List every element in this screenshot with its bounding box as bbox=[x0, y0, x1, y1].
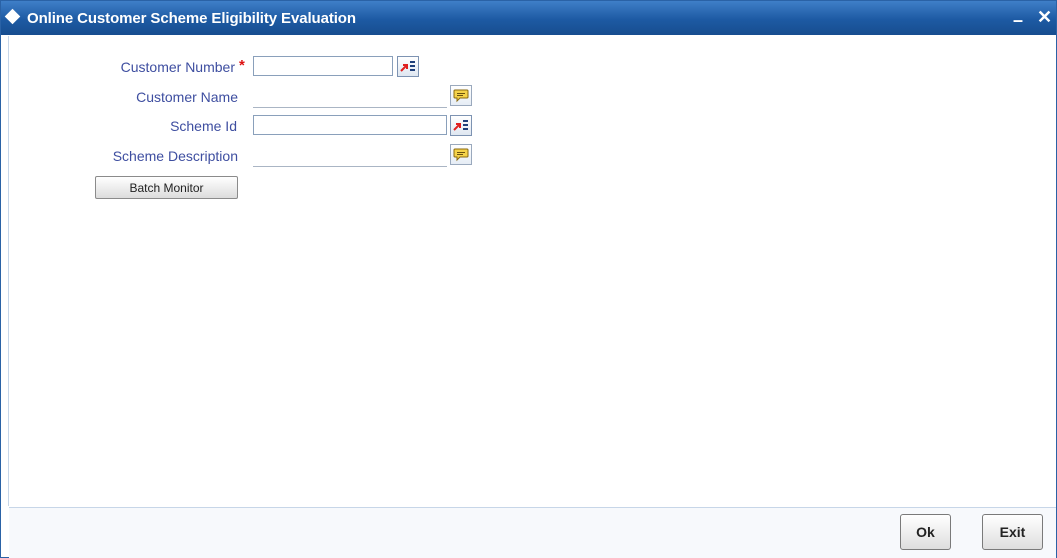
exit-button[interactable]: Exit bbox=[982, 514, 1043, 550]
window-title: Online Customer Scheme Eligibility Evalu… bbox=[27, 10, 356, 27]
speech-bubble-icon bbox=[453, 89, 469, 103]
minimize-button[interactable]: – bbox=[1013, 10, 1023, 30]
diamond-icon bbox=[4, 8, 21, 25]
footer-bar bbox=[9, 507, 1056, 558]
scheme-description-label: Scheme Description bbox=[112, 148, 238, 164]
batch-monitor-button[interactable]: Batch Monitor bbox=[95, 176, 238, 199]
required-marker: * bbox=[239, 57, 245, 74]
customer-number-label: Customer Number bbox=[120, 59, 235, 75]
scheme-id-label: Scheme Id bbox=[170, 118, 237, 134]
main-window: Online Customer Scheme Eligibility Evalu… bbox=[0, 0, 1057, 558]
ok-button[interactable]: Ok bbox=[900, 514, 951, 550]
scheme-description-popup-button[interactable] bbox=[450, 144, 472, 165]
customer-number-input[interactable] bbox=[253, 56, 393, 76]
customer-name-popup-button[interactable] bbox=[450, 85, 472, 106]
close-button[interactable]: ✕ bbox=[1037, 7, 1052, 27]
customer-number-lov-button[interactable] bbox=[397, 56, 419, 77]
form-area bbox=[8, 36, 1057, 506]
scheme-description-field bbox=[253, 147, 447, 167]
customer-name-label: Customer Name bbox=[136, 89, 238, 105]
list-of-values-icon bbox=[453, 120, 468, 131]
scheme-id-input[interactable] bbox=[253, 115, 447, 135]
speech-bubble-icon bbox=[453, 148, 469, 162]
title-bar[interactable]: Online Customer Scheme Eligibility Evalu… bbox=[1, 1, 1056, 35]
scheme-id-lov-button[interactable] bbox=[450, 115, 472, 136]
customer-name-field bbox=[253, 88, 447, 108]
list-of-values-icon bbox=[400, 61, 415, 72]
